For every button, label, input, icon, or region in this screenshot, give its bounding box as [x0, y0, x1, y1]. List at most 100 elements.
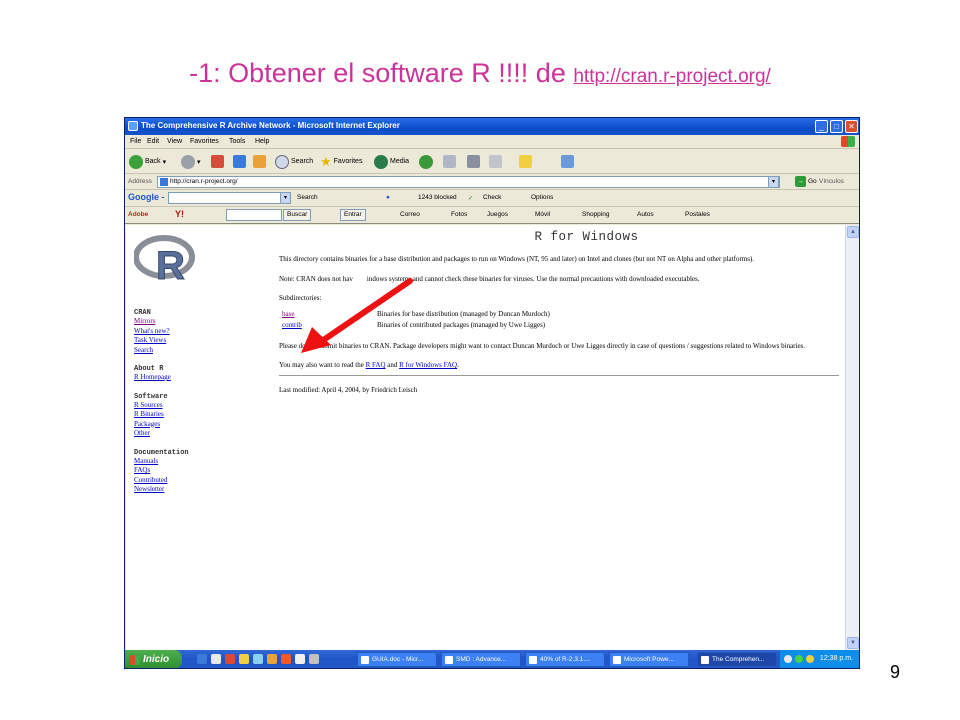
stop-icon[interactable]	[211, 155, 224, 168]
app-quicklaunch-icon[interactable]	[267, 654, 277, 664]
scroll-up-icon[interactable]: ▲	[847, 226, 859, 238]
google-logo[interactable]: Google -	[128, 192, 165, 202]
sidebar-link-packages[interactable]: Packages	[134, 420, 254, 430]
yahoo-search-input[interactable]	[226, 209, 282, 221]
scroll-down-icon[interactable]: ▼	[847, 637, 859, 649]
r-faq-link[interactable]: R FAQ	[366, 361, 386, 369]
app-quicklaunch-icon[interactable]	[295, 654, 305, 664]
correo-link[interactable]: Correo	[400, 211, 420, 218]
sidebar-link-faqs[interactable]: FAQs	[134, 466, 254, 476]
task-guia-doc[interactable]: GUIA.doc - Micr...	[357, 652, 437, 667]
powerpoint-icon	[613, 656, 621, 664]
shopping-link[interactable]: Shopping	[582, 211, 609, 218]
task-label: GUIA.doc - Micr...	[372, 656, 424, 663]
print-icon[interactable]	[467, 155, 480, 168]
autos-link[interactable]: Autos	[637, 211, 654, 218]
menu-bar: File Edit View Favorites Tools Help	[125, 135, 859, 149]
google-search-input[interactable]	[168, 192, 290, 204]
blocked-count[interactable]: 1243 blocked	[418, 194, 457, 201]
media-button[interactable]: Media	[374, 153, 409, 170]
app-quicklaunch-icon[interactable]	[253, 654, 263, 664]
movil-link[interactable]: Móvil	[535, 211, 550, 218]
messenger-icon[interactable]	[561, 155, 574, 168]
google-toolbar: Google - ▾ Search ● 1243 blocked ✓ Check…	[125, 190, 859, 207]
check-button[interactable]: Check	[483, 194, 501, 201]
tray-icon[interactable]	[795, 655, 803, 663]
favorites-label: Favorites	[333, 158, 363, 165]
menu-edit[interactable]: Edit	[147, 138, 159, 145]
task-smd[interactable]: SMD : Advance...	[441, 652, 521, 667]
fotos-link[interactable]: Fotos	[451, 211, 467, 218]
intro-paragraph: This directory contains binaries for a b…	[279, 255, 755, 264]
sidebar-link-other[interactable]: Other	[134, 429, 254, 439]
sidebar: CRAN Mirrors What's new? Task Views Sear…	[134, 309, 254, 495]
app-quicklaunch-icon[interactable]	[309, 654, 319, 664]
back-button[interactable]: Back ▾	[129, 153, 166, 170]
task-label: SMD : Advance...	[456, 656, 507, 663]
address-input[interactable]: http://cran.r-project.org/	[157, 176, 780, 188]
media-quicklaunch-icon[interactable]	[225, 654, 235, 664]
sidebar-link-mirrors[interactable]: Mirrors	[134, 317, 254, 327]
search-label: Search	[291, 158, 314, 165]
home-icon[interactable]	[253, 155, 266, 168]
start-button[interactable]: Inicio	[125, 650, 182, 668]
menu-file[interactable]: File	[130, 138, 141, 145]
app-quicklaunch-icon[interactable]	[281, 654, 291, 664]
taskbar: Inicio GUIA.doc - Micr... SMD : Advance.…	[125, 650, 859, 668]
buscar-button[interactable]: Buscar	[283, 209, 312, 221]
base-link[interactable]: base	[282, 310, 294, 319]
task-ie-cran[interactable]: The Comprehen...	[697, 652, 777, 667]
windows-logo-icon	[130, 654, 140, 665]
postales-link[interactable]: Postales	[685, 211, 710, 218]
links-label[interactable]: Vínculos	[819, 178, 844, 185]
sidebar-link-whats-new[interactable]: What's new?	[134, 327, 254, 337]
adobe-label[interactable]: Adobe	[128, 211, 148, 218]
google-search-button[interactable]: Search	[297, 194, 318, 201]
menu-help[interactable]: Help	[255, 138, 269, 145]
options-button[interactable]: Options	[531, 194, 553, 201]
menu-favorites[interactable]: Favorites	[190, 138, 219, 145]
go-button[interactable]: → Go	[795, 176, 817, 187]
menu-view[interactable]: View	[167, 138, 182, 145]
sidebar-link-newsletter[interactable]: Newsletter	[134, 485, 254, 495]
search-button[interactable]: Search	[275, 153, 313, 170]
close-icon[interactable]: ✕	[845, 120, 858, 133]
faq-paragraph: You may also want to read the R FAQ and …	[279, 361, 459, 370]
minimize-icon[interactable]: _	[815, 120, 828, 133]
mail-icon[interactable]	[443, 155, 456, 168]
refresh-icon[interactable]	[233, 155, 246, 168]
task-powerpoint[interactable]: Microsoft Powe...	[609, 652, 689, 667]
menu-tools[interactable]: Tools	[229, 138, 245, 145]
slide-title-link[interactable]: http://cran.r-project.org/	[573, 66, 770, 87]
address-value: http://cran.r-project.org/	[170, 178, 238, 185]
sidebar-link-r-binaries[interactable]: R Binaries	[134, 410, 254, 420]
tray-icon[interactable]	[806, 655, 814, 663]
tray-icon[interactable]	[784, 655, 792, 663]
favorites-button[interactable]: ★ Favorites	[320, 153, 362, 170]
windows-logo-icon	[841, 136, 855, 147]
task-label: Microsoft Powe...	[624, 656, 674, 663]
sidebar-link-contributed[interactable]: Contributed	[134, 476, 254, 486]
sidebar-link-r-sources[interactable]: R Sources	[134, 401, 254, 411]
yahoo-logo[interactable]: Y!	[175, 209, 184, 219]
sidebar-link-task-views[interactable]: Task Views	[134, 336, 254, 346]
juegos-link[interactable]: Juegos	[487, 211, 508, 218]
sidebar-link-r-homepage[interactable]: R Homepage	[134, 373, 254, 383]
folder-quicklaunch-icon[interactable]	[239, 654, 249, 664]
vertical-scrollbar[interactable]: ▲ ▼	[845, 225, 859, 650]
address-dropdown-icon[interactable]: ▾	[768, 176, 779, 188]
sidebar-link-manuals[interactable]: Manuals	[134, 457, 254, 467]
google-dropdown-icon[interactable]: ▾	[280, 192, 291, 204]
history-icon[interactable]	[419, 155, 433, 169]
sidebar-link-search[interactable]: Search	[134, 346, 254, 356]
edit-icon[interactable]	[489, 155, 502, 168]
task-download[interactable]: 40% of R-2.3.1....	[525, 652, 605, 667]
folder-icon[interactable]	[519, 155, 532, 168]
r-windows-faq-link[interactable]: R for Windows FAQ	[399, 361, 457, 369]
forward-button[interactable]: ▾	[181, 153, 201, 170]
ie-quicklaunch-icon[interactable]	[197, 654, 207, 664]
desktop-quicklaunch-icon[interactable]	[211, 654, 221, 664]
entrar-button[interactable]: Entrar	[340, 209, 366, 221]
ie-icon	[701, 656, 709, 664]
maximize-icon[interactable]: □	[830, 120, 843, 133]
